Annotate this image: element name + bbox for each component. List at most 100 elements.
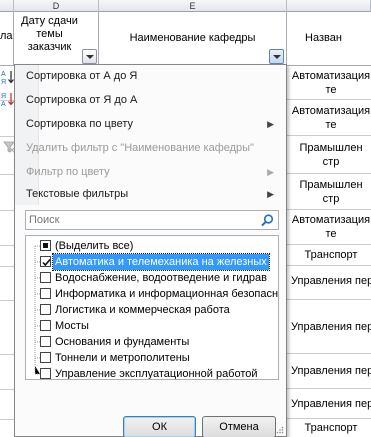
column-header-e[interactable]: E: [99, 0, 287, 12]
header-left-partial-text: ла: [0, 30, 13, 42]
checkbox[interactable]: [40, 352, 51, 363]
svg-text:A: A: [1, 71, 6, 78]
list-item-label: Логистика и коммерческая работа: [55, 304, 230, 316]
table-row: Транспорт: [287, 419, 371, 437]
list-item-label: Водоснабжение, водоотведение и гидрав: [55, 272, 267, 284]
checkbox[interactable]: [40, 336, 51, 347]
ok-button[interactable]: ОК: [123, 416, 196, 437]
list-item[interactable]: Управление эксплуатационной работой: [26, 366, 278, 379]
cell-text: Транспорт: [304, 249, 358, 261]
table-row: Управления пер: [287, 300, 371, 354]
list-item-label: Автоматика и телемеханика на железных: [52, 253, 270, 271]
cell-text: Автоматизация: [291, 105, 371, 117]
table-row: Прамышлен стр: [287, 136, 371, 174]
cell-text: Прамышлен: [299, 179, 363, 191]
dropdown-arrow-icon: [86, 55, 94, 59]
cell-text: те: [325, 119, 337, 131]
sort-asc-icon: A Я: [1, 71, 14, 85]
dropdown-arrow-icon: [273, 55, 281, 59]
magnifier-icon[interactable]: [261, 214, 274, 227]
table-row: Транспорт: [287, 245, 371, 266]
menu-item-sort-asc[interactable]: Сортировка от А до Я: [15, 65, 286, 87]
menu-item-sort-by-color[interactable]: Сортировка по цвету ▶: [15, 113, 286, 135]
list-item[interactable]: Основания и фундаменты: [26, 334, 278, 350]
checkbox-select-all[interactable]: [40, 240, 51, 251]
checkbox[interactable]: [40, 272, 51, 283]
row-divider: [0, 266, 14, 267]
cell-text: Управления пер: [291, 398, 371, 410]
menu-item-label: Сортировка по цвету: [26, 118, 133, 130]
submenu-arrow-icon: ▶: [267, 119, 274, 129]
clear-filter-icon: [3, 141, 15, 153]
list-item-label: Информатика и информационная безопасн: [55, 288, 279, 300]
menu-item-label: Сортировка от А до Я: [26, 70, 138, 82]
resize-grip-icon[interactable]: [276, 426, 284, 434]
cell-text: Управления пер: [291, 275, 371, 287]
cell-text: те: [325, 84, 337, 96]
list-item[interactable]: Водоснабжение, водоотведение и гидрав: [26, 270, 278, 286]
checkbox[interactable]: [40, 288, 51, 299]
menu-item-sort-desc[interactable]: Сортировка от Я до А: [15, 89, 286, 111]
cell-text: Автоматизация: [291, 214, 371, 226]
cell-text: Управления пер: [291, 321, 371, 333]
submenu-arrow-icon: ▶: [267, 189, 274, 199]
row-divider: [0, 389, 14, 390]
svg-text:Я: Я: [1, 93, 6, 100]
submenu-arrow-icon: ▶: [267, 167, 274, 177]
list-item[interactable]: Информатика и информационная безопасн: [26, 286, 278, 302]
row-divider: [0, 245, 14, 246]
header-cell-date: Дату сдачи темы заказчик: [14, 12, 99, 66]
list-item-label: (Выделить все): [55, 240, 134, 252]
menu-item-label: Текстовые фильтры: [26, 188, 129, 200]
header-cell-dept: Наименование кафедры: [99, 12, 287, 66]
cell-text: стр: [322, 156, 340, 168]
search-input[interactable]: [26, 211, 256, 229]
row-divider: [0, 300, 14, 301]
checkbox[interactable]: [40, 368, 51, 379]
checkmark-icon: [42, 258, 51, 267]
cell-text: те: [325, 228, 337, 240]
menu-item-filter-by-color: Фильтр по цвету ▶: [15, 161, 286, 183]
column-header-f[interactable]: [287, 0, 371, 12]
table-row: Управления пер: [287, 266, 371, 300]
cell-text: Прамышлен: [299, 142, 363, 154]
cell-text: Транспорт: [304, 422, 358, 434]
menu-item-text-filters[interactable]: Текстовые фильтры ▶: [15, 183, 286, 205]
column-header-d[interactable]: D: [14, 0, 99, 12]
table-row: Автоматизация те: [287, 100, 371, 136]
table-row: Автоматизация те: [287, 210, 371, 245]
header-cell-title: Назван: [287, 12, 371, 66]
list-item[interactable]: Мосты: [26, 318, 278, 334]
svg-text:Я: Я: [1, 79, 6, 85]
autofilter-menu: A Я Я A Сортировка от А до Я Сортировка …: [1, 64, 287, 437]
table-row: Управления пер: [287, 389, 371, 419]
column-header-partial-left[interactable]: [0, 0, 14, 12]
list-item[interactable]: Логистика и коммерческая работа: [26, 302, 278, 318]
svg-text:A: A: [1, 101, 6, 107]
filter-dropdown-dept[interactable]: [269, 49, 284, 64]
list-item[interactable]: Автоматика и телемеханика на железных: [26, 253, 278, 271]
header-dept-text: Наименование кафедры: [129, 32, 256, 44]
table-row: Автоматизация те: [287, 66, 371, 100]
row-divider: [0, 136, 14, 137]
list-item-label: Мосты: [55, 320, 89, 332]
list-item[interactable]: Тоннели и метрополитены: [26, 350, 278, 366]
list-item-label: Основания и фундаменты: [55, 336, 190, 348]
checkbox[interactable]: [40, 304, 51, 315]
cancel-button[interactable]: Отмена: [202, 416, 276, 437]
cell-text: Автоматизация: [291, 70, 371, 82]
menu-item-label: Фильтр по цвету: [26, 166, 110, 178]
cell-text: стр: [322, 193, 340, 205]
filter-values-list[interactable]: (Выделить все) Автоматика и телемеханика…: [25, 235, 279, 380]
filter-dropdown-date[interactable]: [82, 49, 97, 64]
header-cell-partial-left: ла: [0, 12, 14, 66]
header-title-text: Назван: [305, 32, 342, 44]
menu-item-label: Сортировка от Я до А: [26, 94, 138, 106]
menu-item-clear-filter: Удалить фильтр с "Наименование кафедры": [15, 137, 286, 159]
checkbox[interactable]: [40, 256, 51, 267]
row-divider: [0, 419, 14, 420]
list-item-select-all[interactable]: (Выделить все): [26, 238, 278, 254]
checkbox[interactable]: [40, 320, 51, 331]
sort-desc-icon: Я A: [1, 93, 14, 107]
menu-item-label: Удалить фильтр с "Наименование кафедры": [26, 142, 254, 154]
